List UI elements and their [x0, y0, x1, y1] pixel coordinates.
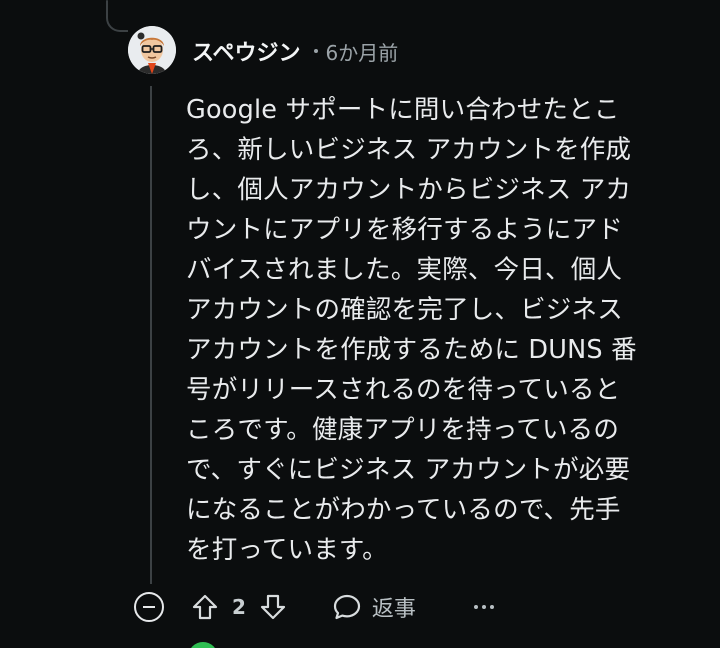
comment-actions: 2 返事 [134, 588, 494, 626]
upvote-icon [192, 594, 218, 620]
comment-bubble-icon [333, 594, 361, 620]
separator-dot [314, 49, 319, 53]
comment-line: になることがわかっているので、先手 [186, 495, 621, 525]
timestamp: 6か月前 [325, 40, 399, 65]
collapse-icon [143, 606, 155, 608]
next-comment-avatar[interactable] [188, 642, 218, 648]
comment-meta: 6か月前 [314, 37, 398, 66]
downvote-icon [260, 594, 286, 620]
comment-line: を打っています。 [186, 535, 388, 565]
comment-line: ころです。健康アプリを持っているの [186, 415, 620, 445]
vote-score: 2 [232, 595, 246, 619]
comment-line: し、個人アカウントからビジネス アカ [186, 175, 632, 205]
comment-line: ろ、新しいビジネス アカウントを作成 [186, 135, 632, 165]
comment-line: Google サポートに問い合わせたとこ [186, 95, 620, 125]
vote-group: 2 [190, 592, 288, 622]
more-options-icon [473, 605, 478, 609]
comment-rail[interactable] [150, 86, 152, 584]
comment-line: ウントにアプリを移行するようにアド [186, 215, 623, 245]
thread-connector [106, 10, 128, 32]
comment-line: アカウントを作成するために DUNS 番 [186, 335, 637, 365]
comment-line: バイスされました。実際、今日、個人 [186, 255, 623, 285]
author-name[interactable]: スペウジン [192, 35, 300, 67]
comment-line: 号がリリースされるのを待っていると [186, 375, 621, 405]
comment-header: スペウジン 6か月前 [192, 34, 398, 68]
more-options-button[interactable] [473, 605, 494, 609]
downvote-button[interactable] [258, 592, 288, 622]
avatar-icon [128, 26, 176, 74]
comment-line: で、すぐにビジネス アカウントが必要 [186, 455, 631, 485]
more-options-icon [489, 605, 494, 609]
comment-line: アカウントの確認を完了し、ビジネス [186, 295, 623, 325]
comment-body: Google サポートに問い合わせたとこ ろ、新しいビジネス アカウントを作成 … [186, 90, 670, 570]
reply-label: 返事 [371, 597, 416, 622]
collapse-button[interactable] [134, 592, 164, 622]
more-options-icon [481, 605, 486, 609]
reply-button[interactable]: 返事 [332, 591, 416, 623]
upvote-button[interactable] [190, 592, 220, 622]
comment-thread: スペウジン 6か月前 Google サポートに問い合わせたとこ ろ、新しいビジネ… [0, 0, 720, 648]
avatar[interactable] [128, 26, 176, 74]
